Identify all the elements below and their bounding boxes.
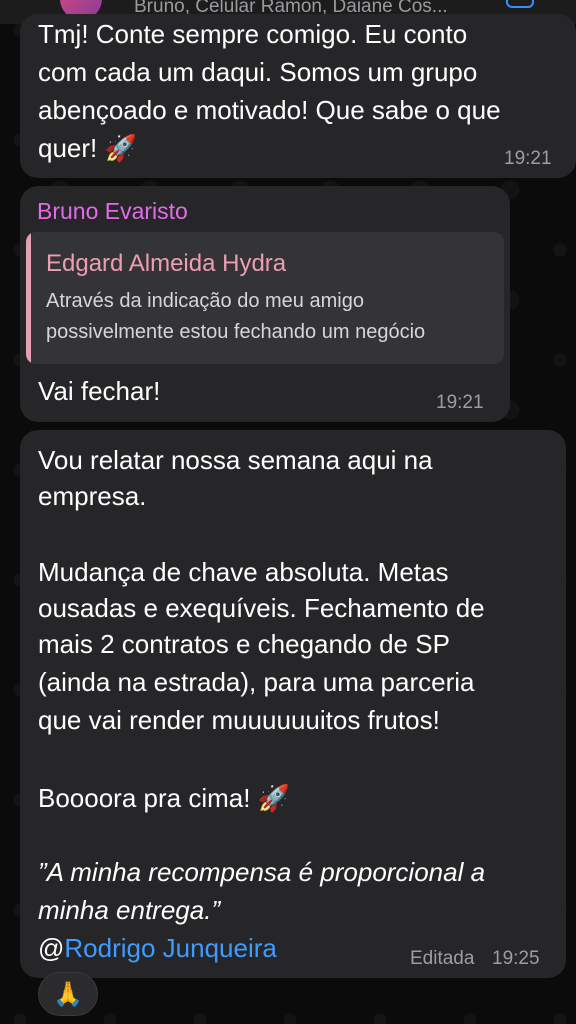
message-line: empresa.: [38, 481, 147, 511]
edited-label: Editada: [410, 948, 475, 969]
message-line: ousadas e exequíveis. Fechamento de: [38, 593, 485, 623]
quote-line: minha entrega.”: [38, 895, 221, 925]
message-line: Tmj! Conte sempre comigo. Eu conto: [38, 19, 468, 49]
mention-link[interactable]: @Rodrigo Junqueira: [38, 929, 277, 967]
message-time: 19:21: [504, 148, 552, 169]
message-text: Vai fechar!: [38, 376, 161, 406]
mention-at: @: [38, 933, 65, 963]
message-line: Mudança de chave absoluta. Metas: [38, 557, 449, 587]
quote-line: Através da indicação do meu amigo: [46, 290, 364, 312]
message-time: 19:25: [492, 948, 540, 969]
message-bubble[interactable]: Vou relatar nossa semana aqui na empresa…: [20, 430, 566, 978]
message-time: 19:21: [436, 392, 484, 413]
quote-line: possivelmente estou fechando um negócio: [46, 321, 426, 343]
message-line: (ainda na estrada), para uma parceria: [38, 667, 475, 697]
message-line: abençoado e motivado! Que sabe o que: [38, 95, 501, 125]
pray-emoji-icon: 🙏: [53, 980, 83, 1008]
sender-name[interactable]: Bruno Evaristo: [37, 198, 188, 225]
message-line: Boooora pra cima! 🚀: [38, 783, 291, 813]
message-line: que vai render muuuuuuitos frutos!: [38, 705, 440, 735]
message-line: mais 2 contratos e chegando de SP: [38, 629, 450, 659]
quote-line: ”A minha recompensa é proporcional a: [38, 857, 486, 887]
message-line: com cada um daqui. Somos um grupo: [38, 57, 478, 87]
mention-name[interactable]: Rodrigo Junqueira: [64, 933, 276, 963]
message-bubble[interactable]: Tmj! Conte sempre comigo. Eu conto com c…: [20, 14, 576, 178]
reaction-badge[interactable]: 🙏: [38, 972, 98, 1016]
video-call-icon[interactable]: [506, 0, 534, 8]
message-bubble[interactable]: Bruno Evaristo Edgard Almeida Hydra Atra…: [20, 186, 510, 422]
quote-author: Edgard Almeida Hydra: [46, 250, 287, 277]
message-line: quer! 🚀: [38, 133, 137, 163]
message-line: Vou relatar nossa semana aqui na: [38, 445, 433, 475]
quoted-message[interactable]: Edgard Almeida Hydra Através da indicaçã…: [26, 232, 504, 364]
quote-bar: [26, 232, 31, 364]
